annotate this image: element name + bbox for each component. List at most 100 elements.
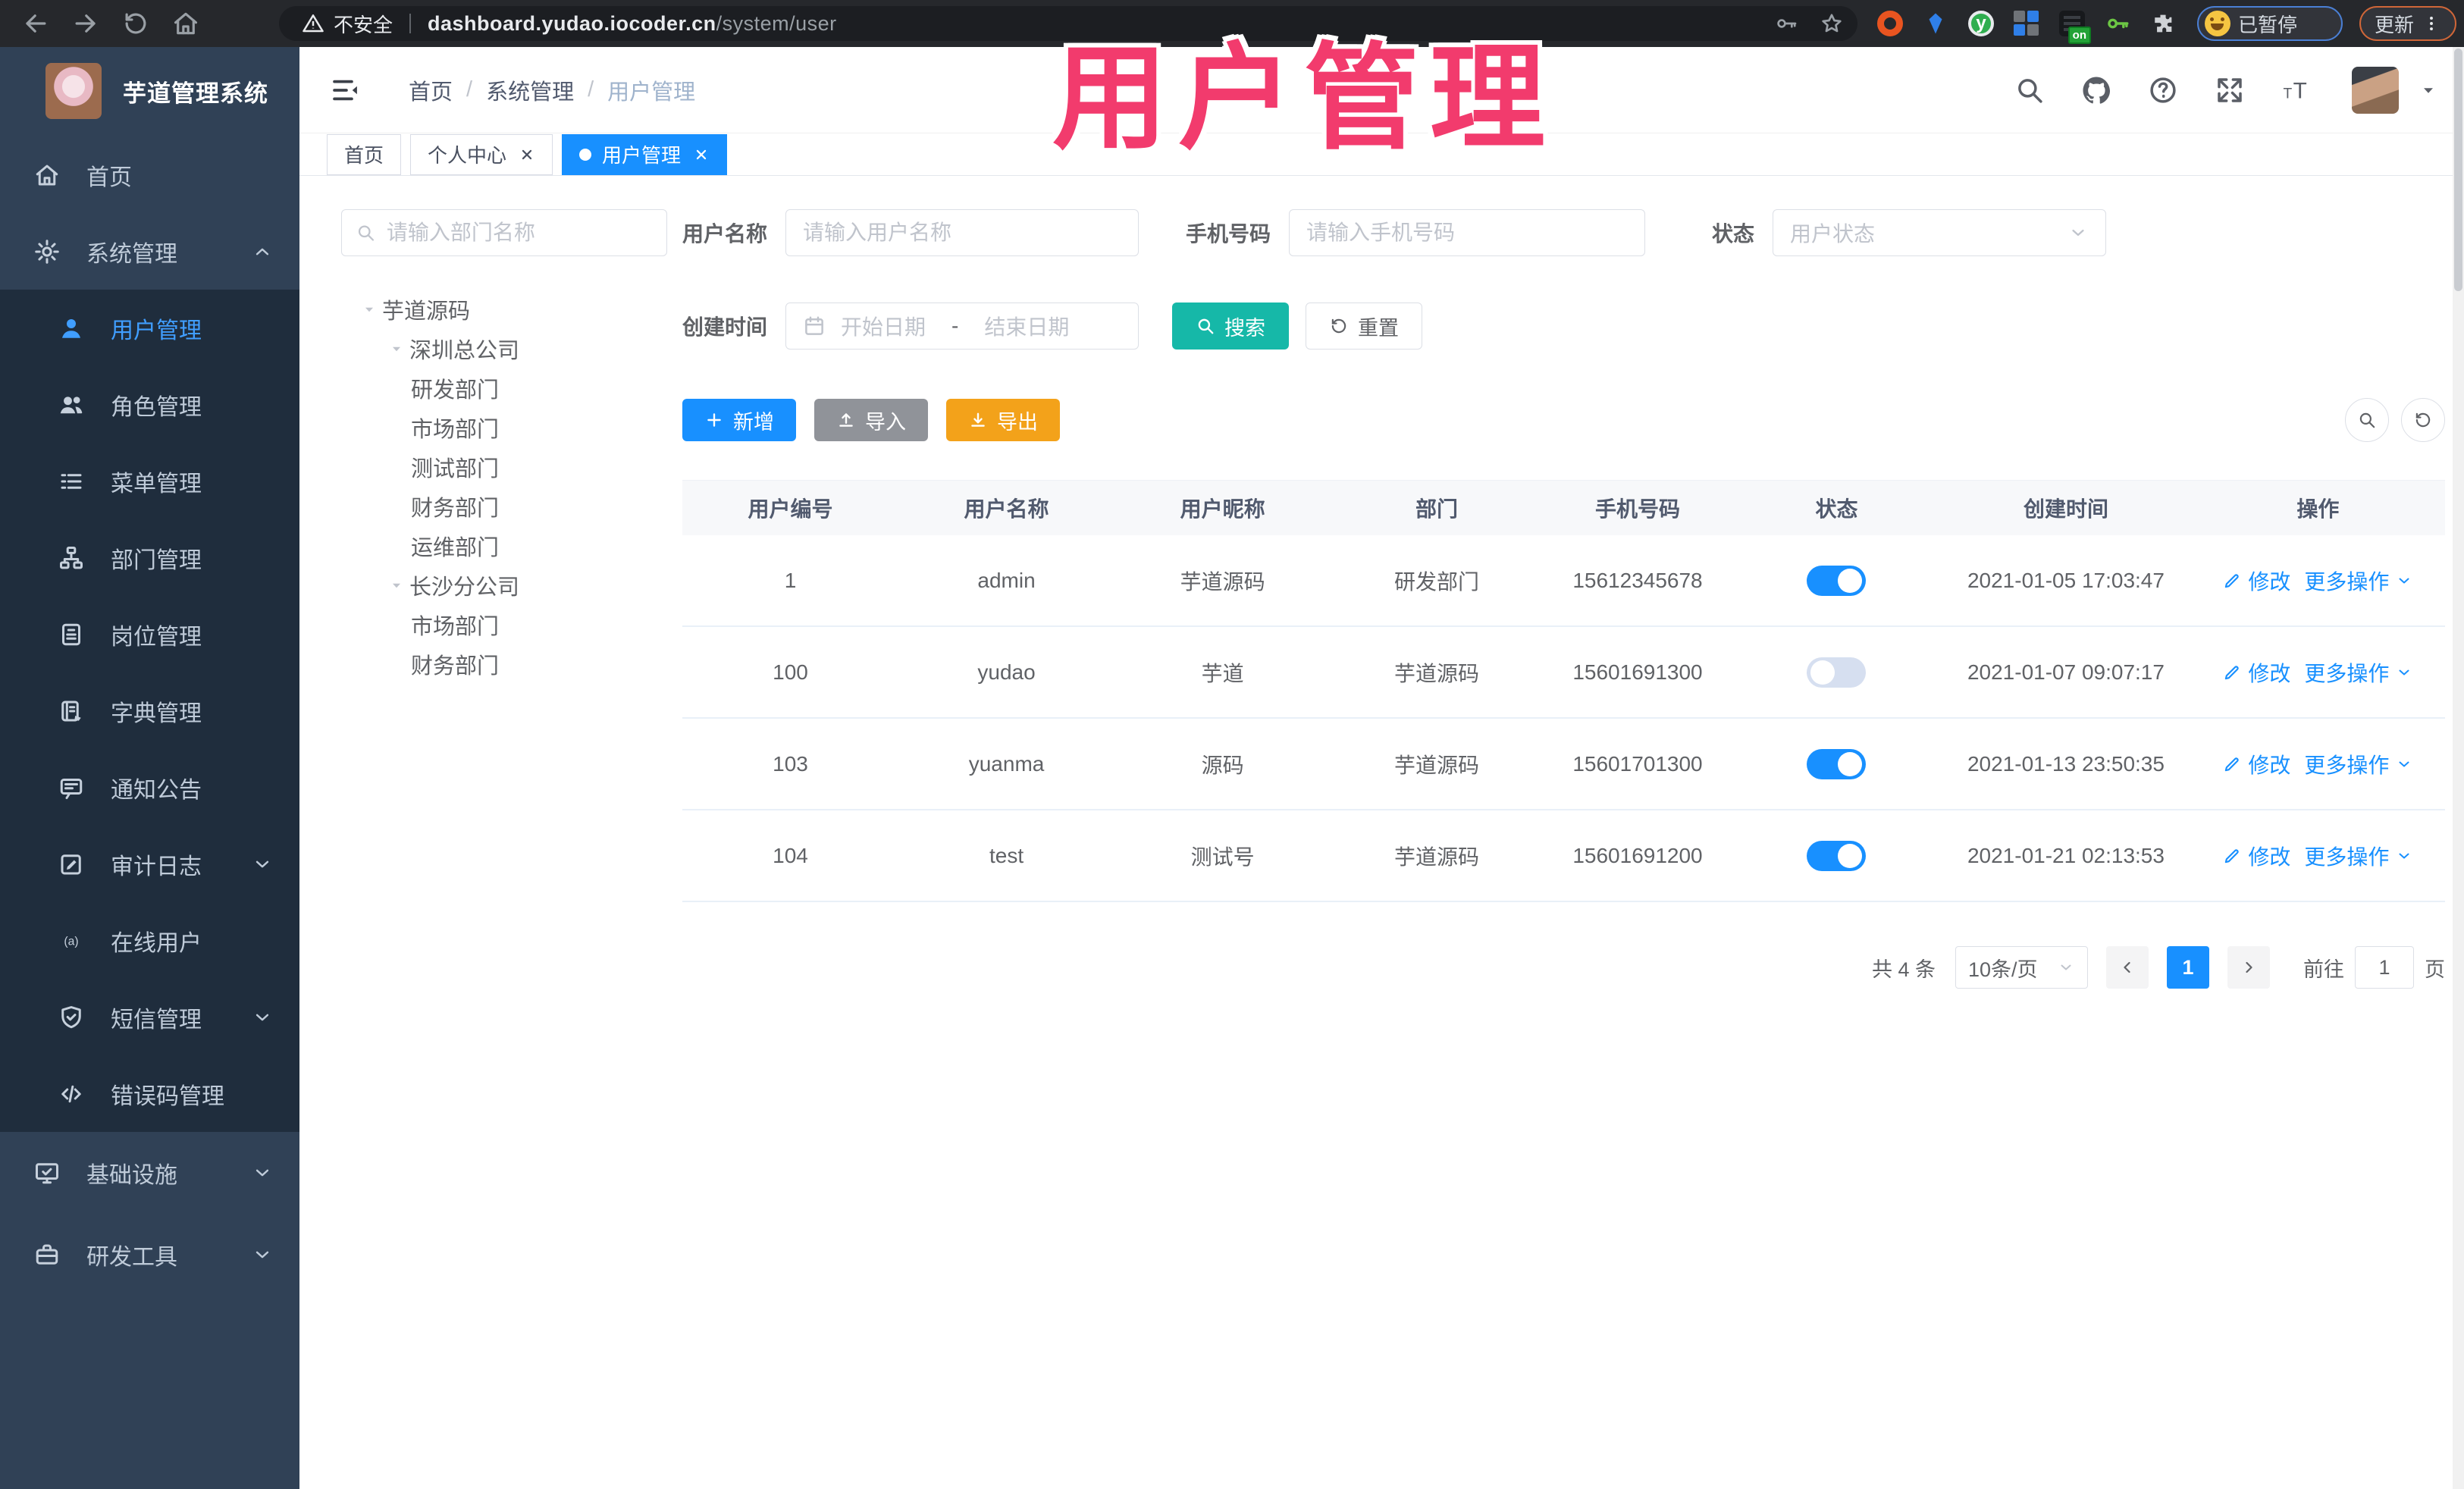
reset-button[interactable]: 重置 [1306,303,1423,350]
breadcrumb-system[interactable]: 系统管理 [486,74,574,106]
search-button[interactable]: 搜索 [1172,303,1290,350]
more-actions-link[interactable]: 更多操作 [2304,749,2413,779]
tree-node[interactable]: 长沙分公司 [341,566,667,605]
mobile-field[interactable] [1289,209,1646,256]
tree-node[interactable]: 市场部门 [341,605,667,644]
pencil-icon [2222,846,2242,866]
tree-node[interactable]: 财务部门 [341,644,667,684]
status-select[interactable]: 用户状态 [1773,209,2107,256]
end-date-placeholder[interactable]: 结束日期 [984,311,1069,341]
caret-down-icon[interactable] [384,339,409,359]
ubuntu-extension-icon[interactable] [1877,11,1903,36]
tag-tab[interactable]: 用户管理 [562,133,728,175]
tree-node[interactable]: 研发部门 [341,368,667,408]
sidebar-menu-item[interactable]: 菜单管理 [0,443,299,519]
page-number-button[interactable]: 1 [2167,946,2209,989]
tree-node[interactable]: 财务部门 [341,487,667,526]
sidebar-menu-item[interactable]: 基础设施 [0,1132,299,1214]
sidebar-menu-item[interactable]: 部门管理 [0,519,299,596]
sidebar-menu-item[interactable]: 系统管理 [0,213,299,290]
tree-node[interactable]: 芋道源码 [341,290,667,329]
start-date-placeholder[interactable]: 开始日期 [841,311,926,341]
bookmark-star-icon[interactable] [1820,11,1844,36]
browser-forward-icon[interactable] [71,9,100,38]
sidebar-menu-item[interactable]: 字典管理 [0,672,299,749]
header-search-icon[interactable] [2014,74,2045,106]
browser-reload-icon[interactable] [121,9,150,38]
sidebar-menu-item[interactable]: 通知公告 [0,749,299,826]
refresh-table-button[interactable] [2401,398,2445,442]
window-scrollbar[interactable] [2453,47,2464,1489]
department-search-box[interactable] [341,209,667,256]
tree-node[interactable]: 测试部门 [341,447,667,487]
sidebar-menu-item[interactable]: 首页 [0,136,299,213]
prev-page-button[interactable] [2106,946,2149,989]
password-key-icon[interactable] [1774,11,1798,36]
sidebar-menu-item[interactable]: 用户管理 [0,290,299,366]
goto-page-input[interactable] [2355,946,2414,989]
edit-link[interactable]: 修改 [2222,749,2290,779]
tag-tab[interactable]: 首页 [327,133,402,175]
department-search-input[interactable] [386,221,653,245]
extensions-puzzle-icon[interactable] [2150,11,2176,36]
script-manager-extension-icon[interactable]: on [2059,11,2091,44]
show-search-toggle-button[interactable] [2345,398,2389,442]
security-label[interactable]: 不安全 [334,10,393,38]
kebab-menu-icon[interactable] [2422,14,2441,33]
next-page-button[interactable] [2227,946,2270,989]
fullscreen-icon[interactable] [2214,74,2246,106]
caret-down-icon[interactable] [384,575,409,595]
caret-down-icon[interactable] [356,299,382,319]
tree-node[interactable]: 市场部门 [341,408,667,447]
app-logo[interactable]: 芋道管理系统 [0,47,299,135]
edit-link[interactable]: 修改 [2222,841,2290,871]
mobile-input[interactable] [1306,221,1629,245]
tree-node[interactable]: 深圳总公司 [341,329,667,368]
status-toggle[interactable] [1807,565,1867,596]
close-icon[interactable] [519,146,535,163]
font-size-icon[interactable]: TT [2281,74,2312,106]
help-icon[interactable] [2147,74,2179,106]
page-size-select[interactable]: 10条/页 [1955,946,2088,989]
sidebar-collapse-icon[interactable] [330,74,362,106]
profile-paused-chip[interactable]: 已暂停 [2197,6,2343,41]
sidebar-menu-item[interactable]: 短信管理 [0,979,299,1055]
status-toggle[interactable] [1807,840,1867,871]
scrollbar-thumb[interactable] [2454,49,2462,291]
more-actions-link[interactable]: 更多操作 [2304,657,2413,688]
username-input[interactable] [803,221,1122,245]
sidebar-menu-item[interactable]: (a) 在线用户 [0,902,299,979]
username-field[interactable] [785,209,1140,256]
tree-node[interactable]: 运维部门 [341,526,667,566]
date-range-picker[interactable]: 开始日期 - 结束日期 [785,303,1140,350]
letter-y-extension-icon[interactable]: y [1968,11,1994,36]
browser-update-chip[interactable]: 更新 [2359,6,2456,41]
sidebar-menu-item[interactable]: 岗位管理 [0,596,299,672]
gem-extension-icon[interactable] [1923,11,1948,36]
user-avatar[interactable] [2352,66,2399,114]
import-button[interactable]: 导入 [814,399,928,441]
grid-extension-icon[interactable] [2014,11,2039,36]
sidebar-menu-item[interactable]: 错误码管理 [0,1055,299,1132]
avatar-caret-down-icon[interactable] [2419,80,2438,100]
sidebar-menu-item[interactable]: 研发工具 [0,1214,299,1296]
status-toggle[interactable] [1807,657,1867,688]
export-button[interactable]: 导出 [946,399,1060,441]
sidebar-menu-item[interactable]: 审计日志 [0,826,299,902]
edit-link[interactable]: 修改 [2222,566,2290,596]
add-button[interactable]: 新增 [682,399,796,441]
tag-tab[interactable]: 个人中心 [410,133,553,175]
sidebar-menu-item[interactable]: 角色管理 [0,366,299,443]
close-icon[interactable] [693,146,710,163]
key-extension-icon[interactable] [2105,11,2130,36]
more-actions-link[interactable]: 更多操作 [2304,841,2413,871]
page-url[interactable]: dashboard.yudao.iocoder.cn/system/user [428,12,837,36]
status-toggle[interactable] [1807,748,1867,779]
more-actions-link[interactable]: 更多操作 [2304,566,2413,596]
browser-back-icon[interactable] [21,9,50,38]
github-icon[interactable] [2080,74,2112,106]
breadcrumb-separator: / [588,77,594,102]
edit-link[interactable]: 修改 [2222,657,2290,688]
browser-home-icon[interactable] [171,9,200,38]
breadcrumb-home[interactable]: 首页 [409,74,453,106]
